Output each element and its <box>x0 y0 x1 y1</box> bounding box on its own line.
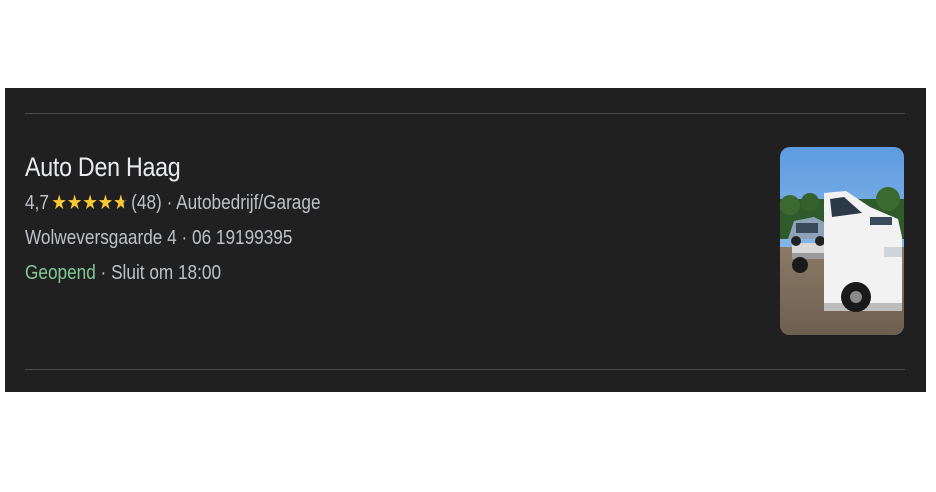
business-name-link[interactable]: Auto Den Haag <box>25 150 627 184</box>
rating-row: 4,7 ★★★★★ ★★★★★ (48) · Autobedrijf/Garage <box>25 186 627 221</box>
bottom-divider <box>25 369 905 370</box>
separator: · <box>166 192 173 214</box>
business-category: Autobedrijf/Garage <box>176 192 321 214</box>
business-photo-thumbnail[interactable] <box>780 147 904 335</box>
open-status: Geopend <box>25 262 96 284</box>
closing-time: Sluit om 18:00 <box>111 262 222 284</box>
top-divider <box>25 113 905 114</box>
listing-info: Auto Den Haag 4,7 ★★★★★ ★★★★★ (48) · Autobe… <box>25 150 725 291</box>
hours-row: Geopend · Sluit om 18:00 <box>25 256 627 291</box>
separator: · <box>100 262 107 284</box>
contact-row: Wolweversgaarde 4 · 06 19199395 <box>25 221 627 256</box>
business-listing-card: Auto Den Haag 4,7 ★★★★★ ★★★★★ (48) · Autobe… <box>5 88 926 392</box>
rating-value: 4,7 <box>25 192 49 214</box>
review-count: (48) <box>131 192 162 214</box>
tow-truck-photo <box>780 147 904 335</box>
phone-number[interactable]: 06 19199395 <box>192 227 292 249</box>
address: Wolweversgaarde 4 <box>25 227 177 249</box>
star-rating: ★★★★★ ★★★★★ <box>51 186 128 221</box>
separator: · <box>181 227 188 249</box>
star-icon: ★★★★★ <box>51 192 124 214</box>
